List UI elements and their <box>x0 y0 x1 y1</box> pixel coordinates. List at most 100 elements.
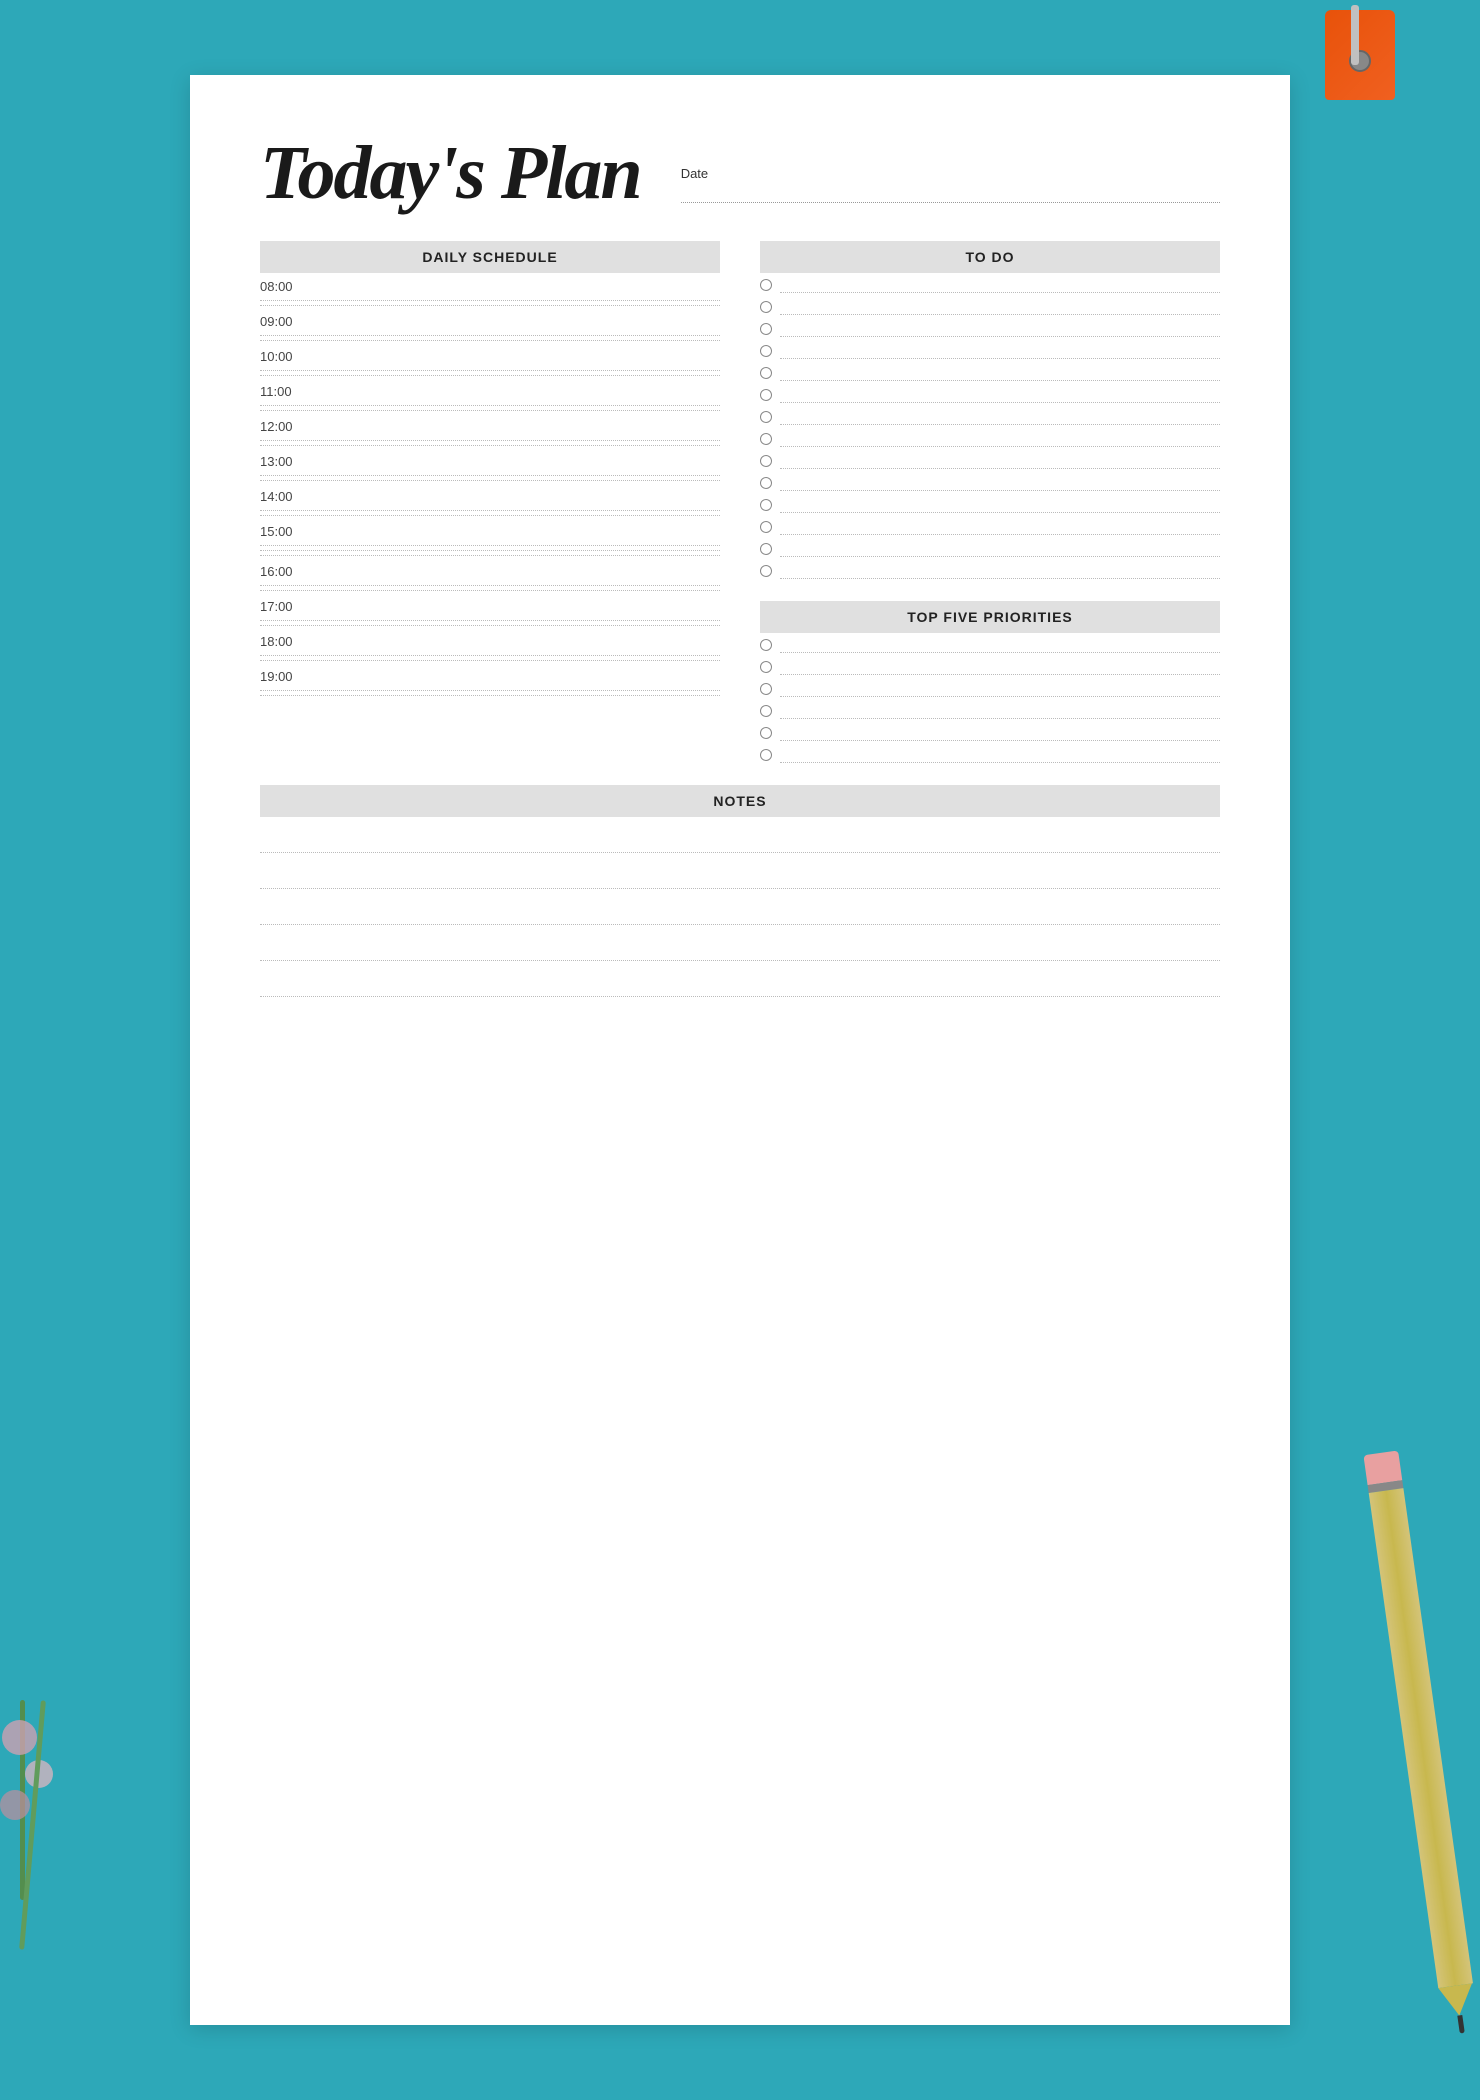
todo-item-14 <box>760 559 1220 581</box>
todo-circle <box>760 477 772 489</box>
notes-section: NOTES <box>260 785 1220 1001</box>
note-line-3 <box>260 893 1220 925</box>
todo-line <box>780 277 1220 293</box>
todo-circle <box>760 499 772 511</box>
note-line-5 <box>260 965 1220 997</box>
schedule-line <box>260 555 720 556</box>
todo-circle <box>760 543 772 555</box>
time-label-1400: 14:00 <box>260 485 720 506</box>
todo-circle <box>760 455 772 467</box>
todo-item-8 <box>760 427 1220 449</box>
todo-circle <box>760 367 772 379</box>
priority-circle <box>760 749 772 761</box>
right-column: TO DO <box>760 241 1220 765</box>
priority-item-6 <box>760 743 1220 765</box>
schedule-line <box>260 370 720 371</box>
todo-item-13 <box>760 537 1220 559</box>
priorities-section: TOP FIVE PRIORITIES <box>760 601 1220 765</box>
todo-circle <box>760 389 772 401</box>
todo-line <box>780 497 1220 513</box>
note-line-4 <box>260 929 1220 961</box>
todo-item-3 <box>760 317 1220 339</box>
schedule-line <box>260 300 720 301</box>
time-label-1800: 18:00 <box>260 630 720 651</box>
priority-item-1 <box>760 633 1220 655</box>
todo-circle <box>760 565 772 577</box>
todo-item-4 <box>760 339 1220 361</box>
priority-line <box>780 659 1220 675</box>
time-label-1100: 11:00 <box>260 380 720 401</box>
time-block-1600: 16:00 <box>260 560 720 591</box>
time-block-1200: 12:00 <box>260 415 720 446</box>
todo-line <box>780 343 1220 359</box>
priority-item-2 <box>760 655 1220 677</box>
todo-header: TO DO <box>760 241 1220 273</box>
schedule-line <box>260 620 720 621</box>
schedule-line <box>260 585 720 586</box>
schedule-line <box>260 655 720 656</box>
schedule-line <box>260 550 720 551</box>
schedule-line <box>260 480 720 481</box>
sharpener-decoration <box>1320 0 1400 120</box>
time-block-1400: 14:00 <box>260 485 720 516</box>
time-block-1700: 17:00 <box>260 595 720 626</box>
schedule-line <box>260 590 720 591</box>
schedule-line <box>260 515 720 516</box>
todo-circle <box>760 301 772 313</box>
todo-item-12 <box>760 515 1220 537</box>
todo-line <box>780 541 1220 557</box>
time-block-0800: 08:00 <box>260 275 720 306</box>
schedule-line <box>260 405 720 406</box>
schedule-line <box>260 545 720 546</box>
schedule-line <box>260 410 720 411</box>
todo-circle <box>760 279 772 291</box>
todo-line <box>780 431 1220 447</box>
schedule-line <box>260 660 720 661</box>
todo-item-1 <box>760 273 1220 295</box>
schedule-line <box>260 690 720 691</box>
time-label-0900: 09:00 <box>260 310 720 331</box>
schedule-line <box>260 445 720 446</box>
schedule-line <box>260 695 720 696</box>
todo-circle <box>760 521 772 533</box>
time-block-1900: 19:00 <box>260 665 720 696</box>
time-label-1300: 13:00 <box>260 450 720 471</box>
priorities-header: TOP FIVE PRIORITIES <box>760 601 1220 633</box>
todo-item-10 <box>760 471 1220 493</box>
priority-item-5 <box>760 721 1220 743</box>
todo-line <box>780 321 1220 337</box>
time-label-1900: 19:00 <box>260 665 720 686</box>
notes-lines <box>260 821 1220 997</box>
page-title: Today's Plan <box>260 135 641 211</box>
date-label: Date <box>681 166 1220 181</box>
schedule-line <box>260 625 720 626</box>
todo-section: TO DO <box>760 241 1220 581</box>
todo-item-6 <box>760 383 1220 405</box>
paper: Today's Plan Date DAILY SCHEDULE 08:00 0… <box>190 75 1290 2025</box>
pencil-decoration <box>1363 1450 1480 2049</box>
todo-line <box>780 519 1220 535</box>
time-block-1500: 15:00 <box>260 520 720 556</box>
priority-line <box>780 747 1220 763</box>
flower-decoration <box>10 1700 35 1950</box>
todo-circle <box>760 433 772 445</box>
priority-item-3 <box>760 677 1220 699</box>
schedule-line <box>260 335 720 336</box>
time-label-1500: 15:00 <box>260 520 720 541</box>
schedule-line <box>260 475 720 476</box>
priority-line <box>780 725 1220 741</box>
note-line-2 <box>260 857 1220 889</box>
todo-line <box>780 563 1220 579</box>
priority-circle <box>760 727 772 739</box>
priority-line <box>780 637 1220 653</box>
date-line <box>681 185 1220 203</box>
priority-circle <box>760 639 772 651</box>
schedule-line <box>260 510 720 511</box>
todo-item-9 <box>760 449 1220 471</box>
todo-item-11 <box>760 493 1220 515</box>
todo-line <box>780 365 1220 381</box>
content-grid: DAILY SCHEDULE 08:00 09:00 10:00 11: <box>260 241 1220 1001</box>
todo-circle <box>760 411 772 423</box>
schedule-section: DAILY SCHEDULE 08:00 09:00 10:00 11: <box>260 241 720 765</box>
todo-line <box>780 453 1220 469</box>
